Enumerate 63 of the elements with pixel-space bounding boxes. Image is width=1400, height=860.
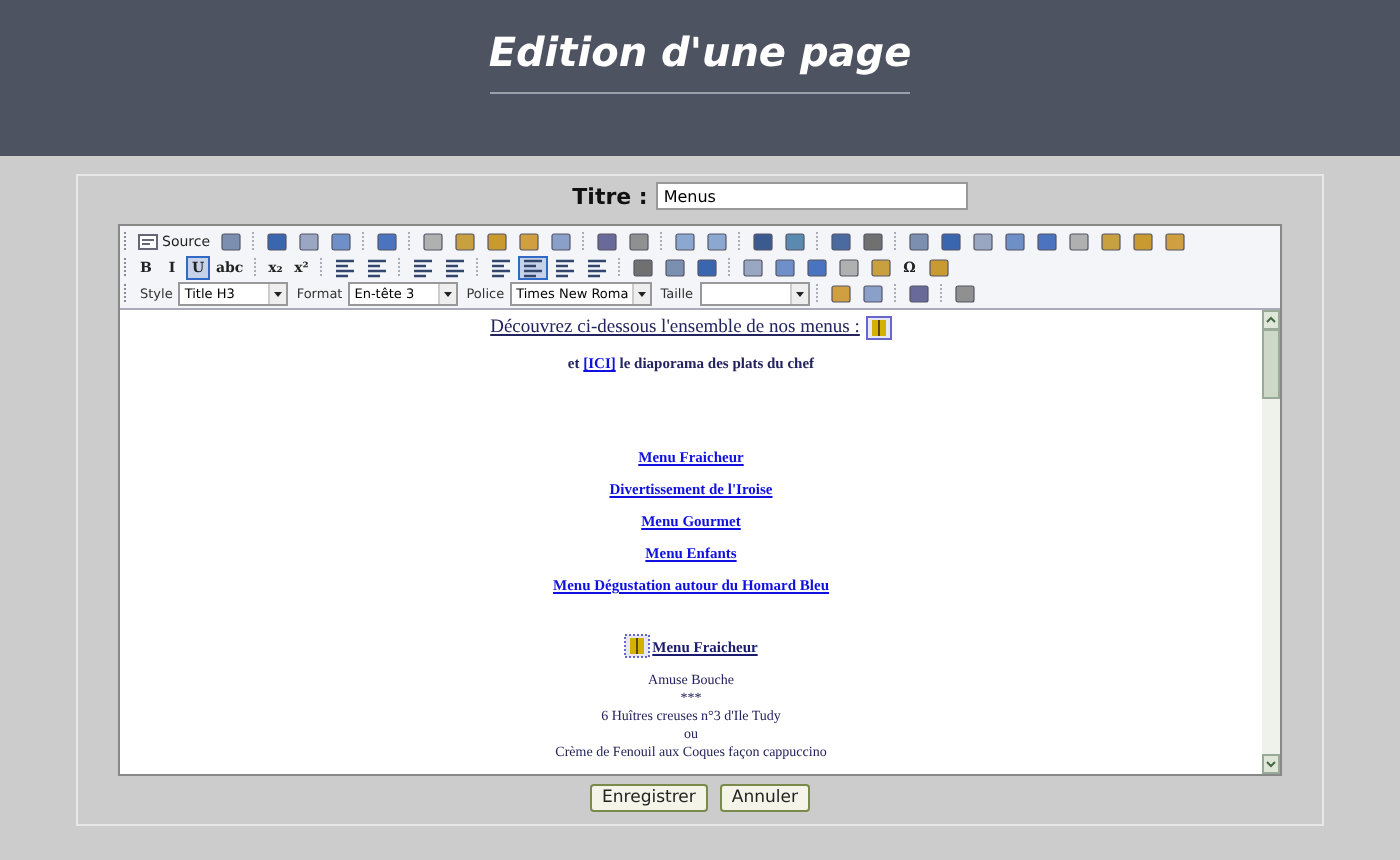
indent-icon — [443, 257, 466, 277]
horizontal-rule-button[interactable] — [833, 255, 864, 279]
image-button[interactable] — [1128, 229, 1159, 253]
clipboard-button[interactable] — [514, 229, 545, 253]
maximize-button[interactable] — [903, 281, 934, 305]
page-title: Edition d'une page — [488, 28, 912, 76]
help-button[interactable] — [949, 281, 980, 305]
table-button[interactable] — [801, 255, 832, 279]
bullet-list-icon — [365, 257, 388, 277]
binoculars-button[interactable] — [748, 229, 779, 253]
floppy-button[interactable] — [262, 229, 293, 253]
caret-icon — [632, 283, 651, 303]
button-button[interactable] — [1096, 229, 1127, 253]
align-right-icon — [553, 257, 576, 277]
align-left-icon — [489, 257, 512, 277]
spellcheck-button[interactable] — [624, 229, 655, 253]
justify-icon — [585, 257, 608, 277]
unlink-button[interactable] — [659, 255, 690, 279]
hidden-field-button[interactable] — [1160, 229, 1191, 253]
intro-text: Découvrez ci-dessous l'ensemble de nos menus : — [490, 318, 860, 338]
numbered-list-icon — [333, 257, 356, 277]
redo-button[interactable] — [702, 229, 733, 253]
eraser-button[interactable] — [858, 229, 889, 253]
caret-icon — [268, 283, 287, 303]
undo-button[interactable] — [670, 229, 701, 253]
printer-button[interactable] — [592, 229, 623, 253]
image-button[interactable] — [737, 255, 768, 279]
page-break-button[interactable] — [923, 255, 954, 279]
form-button[interactable]: Annuler — [719, 784, 810, 812]
highlight-color-button[interactable] — [857, 281, 888, 305]
clipboard-button[interactable] — [546, 229, 577, 253]
smiley-button[interactable] — [865, 255, 896, 279]
outdent-icon — [411, 257, 434, 277]
text-field-button[interactable] — [1000, 229, 1031, 253]
caret-icon — [438, 283, 457, 303]
anchor-button[interactable] — [691, 255, 722, 279]
book-icon — [865, 316, 892, 340]
scissors-button[interactable] — [418, 229, 449, 253]
link-button[interactable] — [627, 255, 658, 279]
checkbox-button[interactable] — [936, 229, 967, 253]
align-center-button[interactable] — [517, 255, 548, 279]
vertical-scrollbar[interactable] — [1262, 310, 1280, 774]
toolbar-dropdown[interactable] — [699, 281, 810, 305]
list-box-button[interactable] — [1064, 229, 1095, 253]
page-button[interactable] — [294, 229, 325, 253]
title-label: Titre : — [572, 183, 648, 209]
book-icon — [624, 634, 651, 658]
select-all-button[interactable] — [826, 229, 857, 253]
copy-button[interactable] — [450, 229, 481, 253]
radio-button[interactable] — [968, 229, 999, 253]
caret-icon — [789, 283, 808, 303]
page-button[interactable] — [216, 229, 247, 253]
title-input[interactable]: Menus — [655, 182, 968, 210]
align-center-icon — [521, 257, 544, 277]
form-button[interactable]: Enregistrer — [590, 784, 708, 812]
textarea-button[interactable] — [1032, 229, 1063, 253]
clipboard-button[interactable] — [482, 229, 513, 253]
magnifier-page-button[interactable] — [326, 229, 357, 253]
flash-button[interactable] — [769, 255, 800, 279]
text-color-button[interactable] — [825, 281, 856, 305]
replace-button[interactable] — [780, 229, 811, 253]
form-button[interactable] — [904, 229, 935, 253]
document-button[interactable] — [372, 229, 403, 253]
